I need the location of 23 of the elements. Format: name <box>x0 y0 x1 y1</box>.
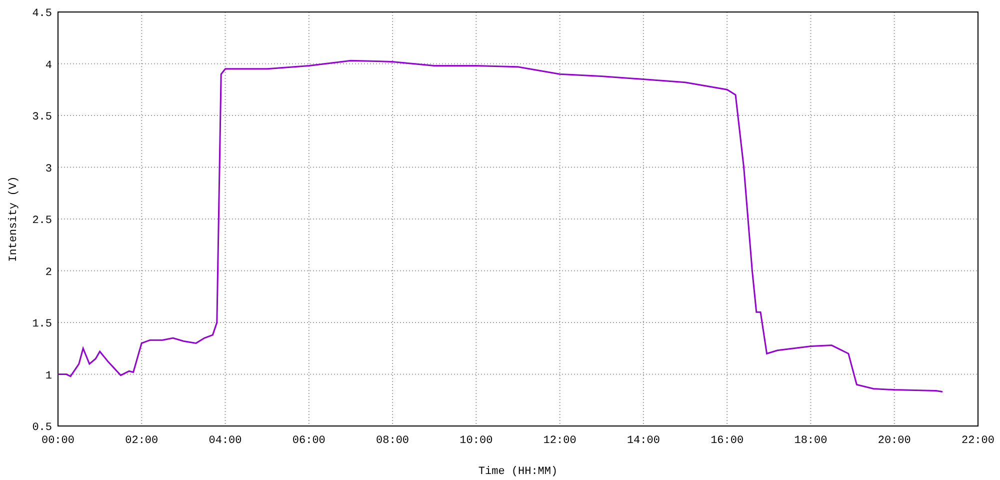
y-tick-label: 3 <box>45 163 52 176</box>
x-tick-label: 04:00 <box>208 435 242 447</box>
x-tick-label: 18:00 <box>794 435 828 447</box>
y-tick-label: 2.5 <box>32 215 52 227</box>
x-tick-label: 14:00 <box>626 435 660 447</box>
y-tick-label: 1 <box>45 370 52 382</box>
x-tick-label: 08:00 <box>376 435 410 447</box>
x-tick-label: 16:00 <box>710 435 744 447</box>
x-tick-label: 10:00 <box>460 435 493 447</box>
y-tick-label: 1.5 <box>32 318 52 330</box>
x-tick-label: 22:00 <box>962 435 994 447</box>
x-tick-label: 06:00 <box>292 435 326 447</box>
y-tick-label: 4 <box>45 60 52 72</box>
y-tick-label: 2 <box>45 266 52 279</box>
x-tick-label: 12:00 <box>543 435 576 447</box>
x-tick-label: 20:00 <box>878 435 911 447</box>
x-tick-label: 00:00 <box>42 435 74 447</box>
x-axis-title: Time (HH:MM) <box>478 466 558 478</box>
y-tick-label: 0.5 <box>32 422 52 434</box>
x-tick-label: 02:00 <box>125 435 158 447</box>
y-tick-label: 4.5 <box>32 8 52 20</box>
y-axis-title: Intensity (V) <box>8 176 20 262</box>
y-tick-label: 3.5 <box>32 112 52 124</box>
